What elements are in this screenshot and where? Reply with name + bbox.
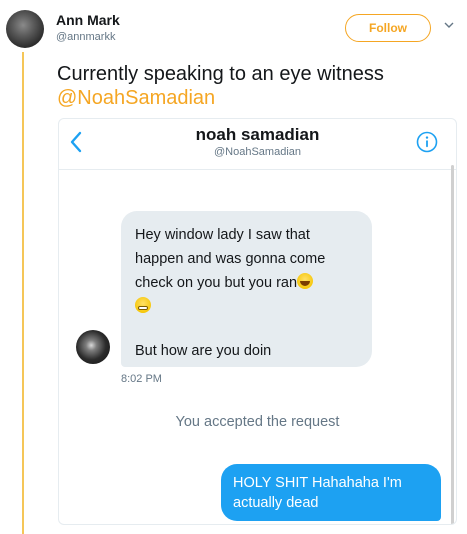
grimacing-emoji-icon <box>135 297 151 313</box>
system-message: You accepted the request <box>175 414 340 430</box>
dm-header: noah samadian @NoahSamadian <box>59 119 456 170</box>
message-line: actually dead <box>233 495 319 511</box>
info-icon[interactable] <box>416 131 438 153</box>
message-timestamp: 8:02 PM <box>121 373 162 385</box>
dm-screenshot[interactable]: noah samadian @NoahSamadian Hey window l… <box>58 118 457 525</box>
chevron-down-icon[interactable] <box>444 20 454 30</box>
message-line <box>135 295 358 319</box>
author-avatar[interactable] <box>6 10 44 48</box>
author-name[interactable]: Ann Mark <box>56 12 120 28</box>
message-line: HOLY SHIT Hahahaha I'm <box>233 475 402 491</box>
scrollbar[interactable] <box>451 165 454 524</box>
tweet-body: Currently speaking to an eye witness <box>57 63 384 85</box>
tweet-text: Currently speaking to an eye witness @No… <box>57 62 384 110</box>
dm-contact-name: noah samadian <box>195 125 320 144</box>
message-line: Hey window lady I saw that <box>135 227 310 243</box>
laughing-emoji-icon <box>297 273 314 289</box>
message-line: But how are you doin <box>135 343 272 359</box>
message-line: happen and was gonna come <box>135 251 326 267</box>
mention-link[interactable]: @NoahSamadian <box>57 86 384 110</box>
outgoing-message-bubble: HOLY SHIT Hahahaha I'm actually dead <box>221 464 441 521</box>
message-text: check on you but you ran <box>135 275 298 291</box>
message-line: check on you but you ran <box>135 271 358 295</box>
sender-avatar[interactable] <box>76 330 110 364</box>
follow-button[interactable]: Follow <box>345 14 431 42</box>
incoming-message-bubble: Hey window lady I saw that happen and wa… <box>121 211 372 367</box>
dm-contact-handle: @NoahSamadian <box>214 146 301 158</box>
author-handle[interactable]: @annmarkk <box>56 31 115 43</box>
thread-line <box>22 52 24 534</box>
